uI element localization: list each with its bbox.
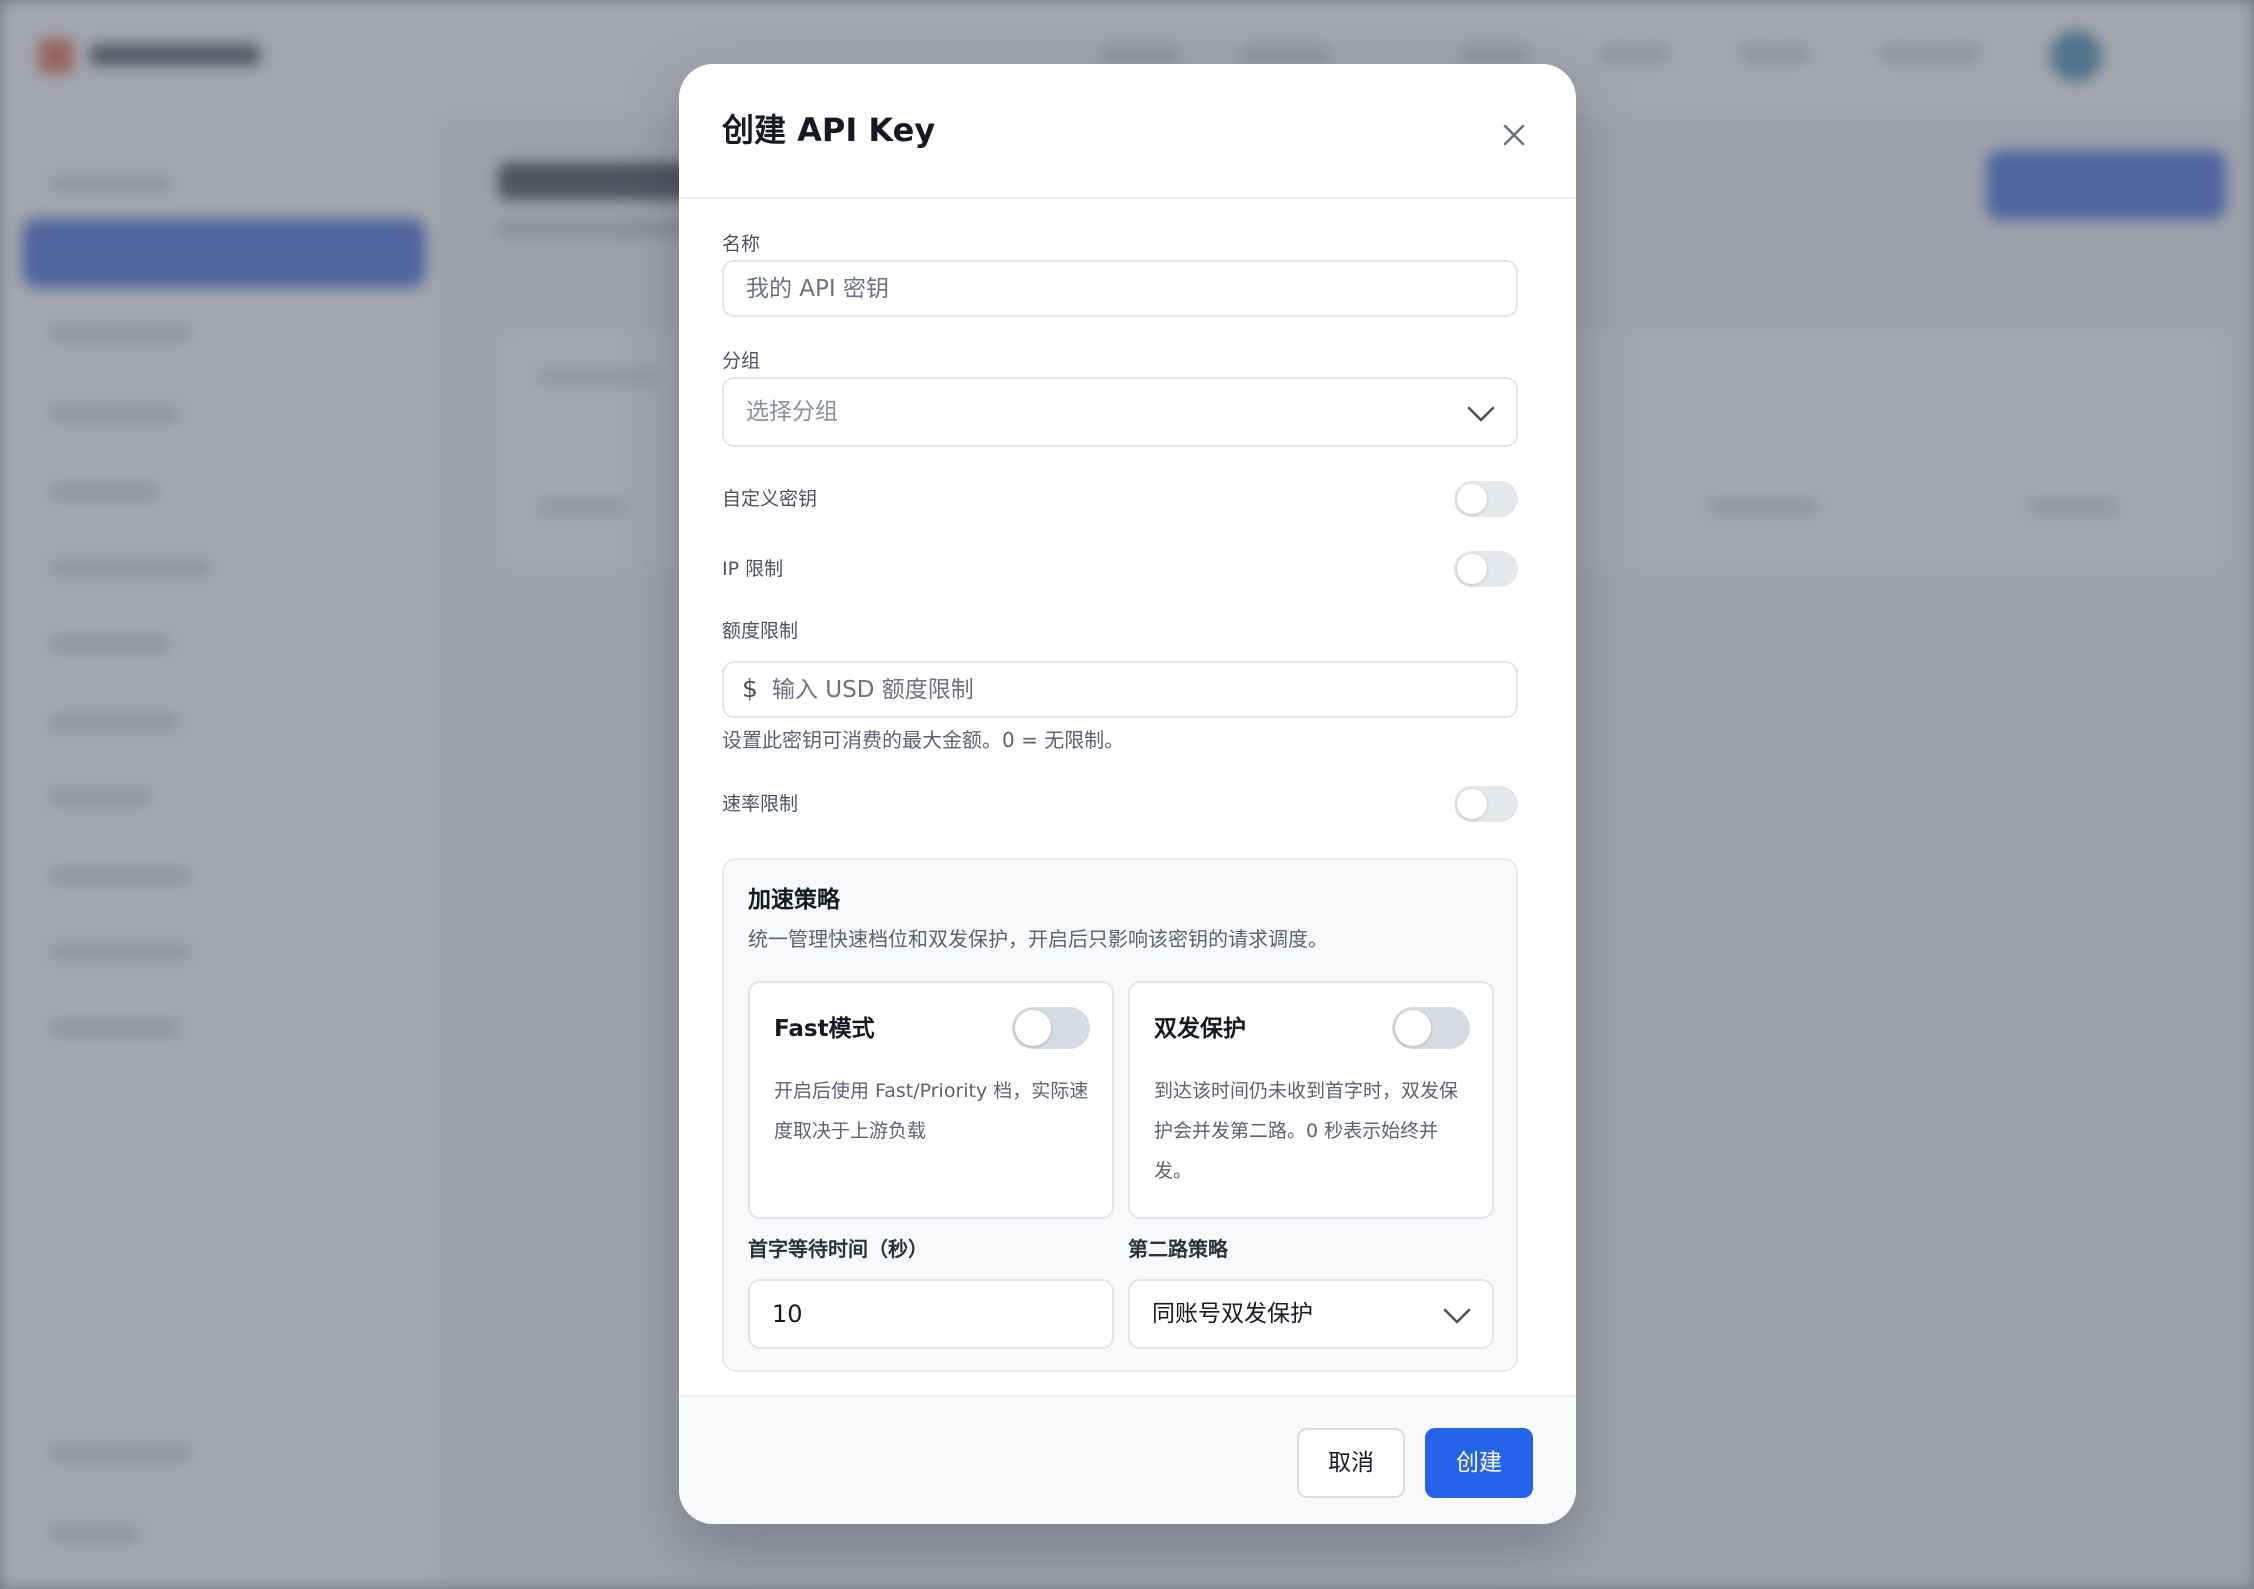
toggle-knob	[1457, 789, 1487, 819]
group-select[interactable]: 选择分组	[722, 377, 1518, 447]
chevron-down-icon	[1467, 406, 1495, 422]
name-label: 名称	[722, 233, 761, 255]
chevron-down-icon	[1443, 1308, 1471, 1324]
first-token-wait-label: 首字等待时间（秒）	[748, 1237, 928, 1261]
dialog-title: 创建 API Key	[722, 111, 936, 149]
dialog-footer: 取消 创建	[679, 1395, 1576, 1524]
close-button[interactable]	[1495, 116, 1533, 154]
dual-protection-card: 双发保护 到达该时间仍未收到首字时，双发保护会并发第二路。0 秒表示始终并发。	[1128, 981, 1494, 1219]
cancel-button[interactable]: 取消	[1297, 1428, 1405, 1498]
toggle-knob	[1457, 554, 1487, 584]
dual-protection-toggle[interactable]	[1392, 1007, 1470, 1049]
ip-limit-toggle[interactable]	[1454, 551, 1518, 587]
group-select-placeholder: 选择分组	[746, 399, 838, 425]
create-button[interactable]: 创建	[1425, 1428, 1533, 1498]
rate-limit-toggle[interactable]	[1454, 786, 1518, 822]
fast-mode-description: 开启后使用 Fast/Priority 档，实际速度取决于上游负载	[774, 1080, 1089, 1142]
dialog-header: 创建 API Key	[679, 64, 1576, 199]
dollar-icon: $	[742, 674, 758, 703]
acceleration-description: 统一管理快速档位和双发保护，开启后只影响该密钥的请求调度。	[748, 927, 1328, 951]
toggle-knob	[1395, 1010, 1431, 1046]
dual-protection-description: 到达该时间仍未收到首字时，双发保护会并发第二路。0 秒表示始终并发。	[1154, 1080, 1459, 1182]
fast-mode-title: Fast模式	[774, 1016, 875, 1042]
group-label: 分组	[722, 350, 761, 372]
custom-key-label: 自定义密钥	[722, 488, 818, 510]
quota-field: $	[722, 661, 1518, 718]
fast-mode-card: Fast模式 开启后使用 Fast/Priority 档，实际速度取决于上游负载	[748, 981, 1114, 1219]
fast-mode-toggle[interactable]	[1012, 1007, 1090, 1049]
first-token-wait-input[interactable]	[748, 1279, 1114, 1349]
quota-label: 额度限制	[722, 620, 799, 642]
second-route-label: 第二路策略	[1128, 1237, 1228, 1261]
close-icon	[1503, 124, 1525, 146]
acceleration-panel: 加速策略 统一管理快速档位和双发保护，开启后只影响该密钥的请求调度。 Fast模…	[722, 858, 1518, 1372]
acceleration-title: 加速策略	[748, 887, 840, 913]
name-input[interactable]	[722, 260, 1518, 317]
second-route-value: 同账号双发保护	[1152, 1301, 1313, 1327]
rate-limit-label: 速率限制	[722, 793, 799, 815]
toggle-knob	[1015, 1010, 1051, 1046]
second-route-select[interactable]: 同账号双发保护	[1128, 1279, 1494, 1349]
dual-protection-title: 双发保护	[1154, 1016, 1246, 1042]
ip-limit-label: IP 限制	[722, 558, 784, 580]
custom-key-toggle[interactable]	[1454, 481, 1518, 517]
quota-helper-text: 设置此密钥可消费的最大金额。0 = 无限制。	[722, 728, 1125, 752]
quota-input[interactable]	[722, 661, 1518, 718]
create-api-key-dialog: 创建 API Key 名称 分组 选择分组 自定义密钥 IP 限制 额度限制 $…	[679, 64, 1576, 1524]
toggle-knob	[1457, 484, 1487, 514]
